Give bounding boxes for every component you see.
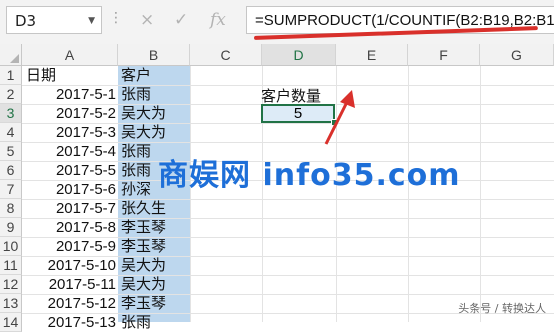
- row-header[interactable]: 8: [0, 199, 22, 218]
- enter-icon[interactable]: ✓: [174, 10, 188, 30]
- cell-date[interactable]: 2017-5-1: [22, 85, 116, 104]
- row-header[interactable]: 7: [0, 180, 22, 199]
- select-all-icon: [10, 54, 19, 63]
- cell-customer[interactable]: 吴大为: [121, 123, 166, 142]
- more-icon: ⋮: [109, 10, 123, 26]
- column-header-b[interactable]: B: [118, 44, 190, 66]
- row-header[interactable]: 14: [0, 313, 22, 332]
- row-header[interactable]: 12: [0, 275, 22, 294]
- row-header[interactable]: 11: [0, 256, 22, 275]
- row-header[interactable]: 10: [0, 237, 22, 256]
- row-header[interactable]: 1: [0, 66, 22, 85]
- column-header-g[interactable]: G: [480, 44, 554, 66]
- cell-customer[interactable]: 孙深: [121, 180, 151, 199]
- watermark-text: 商娱网 info35.com: [158, 158, 461, 193]
- column-header-d[interactable]: D: [262, 44, 336, 66]
- cell-customer[interactable]: 李玉琴: [121, 218, 166, 237]
- row-header[interactable]: 4: [0, 123, 22, 142]
- cell-date[interactable]: 2017-5-8: [22, 218, 116, 237]
- annotation-arrow: [324, 90, 355, 145]
- cell-customer[interactable]: 吴大为: [121, 256, 166, 275]
- name-box[interactable]: D3 ▼: [6, 6, 102, 34]
- row-header[interactable]: 2: [0, 85, 22, 104]
- fx-icon[interactable]: fx: [210, 10, 226, 30]
- cell-date[interactable]: 2017-5-2: [22, 104, 116, 123]
- cancel-icon[interactable]: ×: [140, 10, 154, 30]
- cell-date[interactable]: 2017-5-4: [22, 142, 116, 161]
- cell-customer[interactable]: 吴大为: [121, 104, 166, 123]
- cell-customer[interactable]: 张雨: [121, 142, 151, 161]
- cell-a1-header[interactable]: 日期: [26, 66, 56, 85]
- formula-bar: D3 ▼ ⋮ × ✓ fx =SUMPRODUCT(1/COUNTIF(B2:B…: [0, 0, 554, 45]
- source-credit: 头条号 / 转换达人: [458, 302, 546, 315]
- column-header-c[interactable]: C: [190, 44, 262, 66]
- cell-customer[interactable]: 张久生: [121, 199, 166, 218]
- cell-d2-label[interactable]: 客户数量: [261, 85, 321, 106]
- column-header-a[interactable]: A: [22, 44, 118, 66]
- column-header-f[interactable]: F: [408, 44, 480, 66]
- cell-customer[interactable]: 张雨: [121, 313, 151, 332]
- cell-date[interactable]: 2017-5-7: [22, 199, 116, 218]
- cell-date[interactable]: 2017-5-3: [22, 123, 116, 142]
- chevron-down-icon[interactable]: ▼: [88, 16, 95, 26]
- row-header[interactable]: 6: [0, 161, 22, 180]
- cell-customer[interactable]: 吴大为: [121, 275, 166, 294]
- cell-date[interactable]: 2017-5-5: [22, 161, 116, 180]
- select-all-corner[interactable]: [0, 44, 22, 66]
- cell-date[interactable]: 2017-5-10: [22, 256, 116, 275]
- row-header[interactable]: 9: [0, 218, 22, 237]
- name-box-value: D3: [15, 12, 37, 30]
- row-header[interactable]: 13: [0, 294, 22, 313]
- cell-b1-header[interactable]: 客户: [121, 66, 151, 85]
- cell-customer[interactable]: 张雨: [121, 85, 151, 104]
- cell-date[interactable]: 2017-5-12: [22, 294, 116, 313]
- column-header-e[interactable]: E: [336, 44, 408, 66]
- cell-customer[interactable]: 李玉琴: [121, 237, 166, 256]
- cell-customer[interactable]: 李玉琴: [121, 294, 166, 313]
- cell-date[interactable]: 2017-5-11: [22, 275, 116, 294]
- row-header[interactable]: 5: [0, 142, 22, 161]
- row-header[interactable]: 3: [0, 104, 22, 123]
- cell-date[interactable]: 2017-5-6: [22, 180, 116, 199]
- formula-buttons: × ✓ fx: [128, 6, 242, 34]
- cell-date[interactable]: 2017-5-13: [22, 313, 116, 332]
- spreadsheet-grid: A B C D E F G 1 2 3 4 5 6 7 8 9 10 11 12…: [0, 44, 554, 332]
- cell-date[interactable]: 2017-5-9: [22, 237, 116, 256]
- cell-customer[interactable]: 张雨: [121, 161, 151, 180]
